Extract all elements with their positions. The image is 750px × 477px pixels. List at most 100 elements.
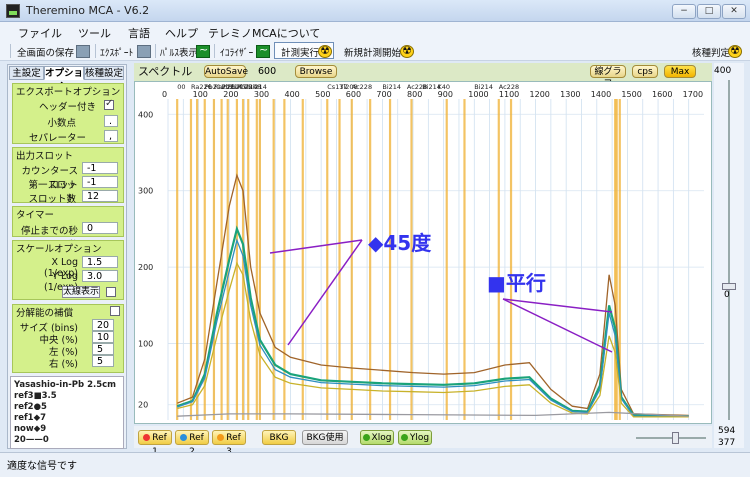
x-tick-label: 1400 bbox=[591, 90, 611, 99]
thick-line-checkbox[interactable] bbox=[106, 287, 116, 297]
scale-top-value: 400 bbox=[714, 66, 732, 76]
nuclide-label: Ac228 bbox=[352, 83, 372, 91]
center-field[interactable]: 10 bbox=[92, 331, 114, 343]
note-line: ref2●5 bbox=[14, 402, 47, 412]
bkg-button[interactable]: BKG bbox=[262, 430, 296, 445]
scale-slider-track[interactable] bbox=[728, 80, 730, 420]
maximize-button[interactable]: □ bbox=[697, 4, 721, 19]
xlog-button[interactable]: Xlog bbox=[360, 430, 394, 445]
bkg-use-button[interactable]: BKG使用 bbox=[302, 430, 348, 445]
browse-button[interactable]: Browse bbox=[295, 65, 337, 78]
nuclide-button[interactable]: 核種判定 bbox=[692, 45, 730, 59]
nuclide-label: Bi214 bbox=[248, 83, 267, 91]
scale-slider-handle[interactable] bbox=[722, 283, 736, 290]
y-tick-label: 300 bbox=[138, 187, 153, 196]
header-checkbox[interactable] bbox=[104, 98, 114, 110]
resolution-checkbox[interactable] bbox=[110, 306, 120, 316]
x-tick-label: 600 bbox=[346, 90, 361, 99]
note-line: 20——0 bbox=[14, 435, 49, 445]
x-tick-label: 0 bbox=[162, 90, 167, 99]
annotation-45deg: ◆45度 bbox=[368, 231, 432, 255]
max-button[interactable]: Max bbox=[664, 65, 696, 78]
toolbar-separator bbox=[214, 44, 215, 58]
ylog-field[interactable]: 3.0 bbox=[82, 270, 118, 282]
x-tick-label: 700 bbox=[376, 90, 391, 99]
zoom-slider-track[interactable] bbox=[636, 437, 706, 439]
group-title: 出力スロット bbox=[16, 151, 74, 162]
thick-line-button[interactable]: 太線表示 bbox=[62, 286, 100, 298]
radiation-icon[interactable] bbox=[400, 44, 414, 58]
x-tick-label: 1200 bbox=[530, 90, 550, 99]
pulse-icon[interactable] bbox=[196, 43, 210, 58]
ylog-button[interactable]: Ylog bbox=[398, 430, 432, 445]
zoom-slider-handle[interactable] bbox=[672, 432, 679, 444]
equalizer-button[interactable]: ｲｺﾗｲｻﾞｰ bbox=[220, 45, 253, 59]
stop-seconds-field[interactable]: 0 bbox=[82, 222, 118, 234]
camera-icon[interactable] bbox=[76, 45, 90, 58]
status-text: 適度な信号です bbox=[7, 461, 77, 472]
ref3-button[interactable]: Ref 3 bbox=[212, 430, 246, 457]
ref2-button[interactable]: Ref 2 bbox=[175, 430, 209, 457]
note-line: Yasashio-in-Pb 2.5cm bbox=[14, 380, 117, 390]
menu-language[interactable]: 言語 bbox=[128, 25, 150, 41]
nuclide-label: K40 bbox=[438, 83, 451, 91]
radiation-icon[interactable] bbox=[318, 44, 332, 58]
first-slot-field[interactable]: -1 bbox=[82, 176, 118, 188]
header-label: ヘッダー付き bbox=[38, 102, 96, 113]
tab-main-settings[interactable]: 主設定 bbox=[9, 66, 44, 80]
group-title: スケールオプション bbox=[16, 244, 102, 255]
menu-about[interactable]: テレミノMCAについて bbox=[208, 25, 320, 41]
equalizer-icon[interactable] bbox=[256, 43, 270, 58]
xlog-field[interactable]: 1.5 bbox=[82, 256, 118, 268]
scale-mid-value: 0 bbox=[724, 290, 730, 300]
nuclide-label: Bi214 bbox=[382, 83, 401, 91]
slot-count-label: スロット数 bbox=[28, 194, 76, 205]
ref1-button[interactable]: Ref 1 bbox=[138, 430, 172, 457]
toolbar-grip bbox=[10, 44, 11, 58]
radiation-icon[interactable] bbox=[728, 44, 742, 58]
minimize-button[interactable]: − bbox=[672, 4, 696, 19]
pulse-view-button[interactable]: ﾊﾟﾙｽ表示 bbox=[160, 45, 198, 59]
tab-nuclide-settings[interactable]: 核種設定 bbox=[84, 66, 124, 80]
x-tick-label: 1300 bbox=[560, 90, 580, 99]
new-run-button[interactable]: 新規計測開始 bbox=[344, 45, 401, 59]
left-field[interactable]: 5 bbox=[92, 343, 114, 355]
close-button[interactable]: ✕ bbox=[722, 4, 746, 19]
counter-slot-field[interactable]: -1 bbox=[82, 162, 118, 174]
annotation-parallel: ■平行 bbox=[487, 271, 546, 295]
xlog-label: Xlog bbox=[371, 433, 392, 443]
menu-tools[interactable]: ツール bbox=[78, 25, 111, 41]
annotation-line bbox=[502, 298, 613, 313]
x-tick-label: 500 bbox=[315, 90, 330, 99]
nuclide-label: Bi214 bbox=[474, 83, 493, 91]
decimal-label: 小数点 bbox=[47, 118, 76, 129]
menu-bar bbox=[0, 22, 750, 41]
y-tick-label: 20 bbox=[138, 401, 148, 410]
ref3-dot-icon bbox=[217, 434, 225, 441]
menu-file[interactable]: ファイル bbox=[18, 25, 62, 41]
export-icon[interactable] bbox=[137, 45, 151, 58]
separator-field[interactable]: , bbox=[104, 130, 118, 142]
tab-options[interactable]: オプション bbox=[44, 66, 84, 92]
x-tick-label: 400 bbox=[285, 90, 300, 99]
note-line: ref3■3.5 bbox=[14, 391, 57, 401]
autosave-button[interactable]: AutoSave bbox=[204, 65, 248, 78]
spectrum-chart[interactable]: 20 100 200 300 400 0 100 200 300 400 500 600 700 800 9… bbox=[134, 81, 712, 424]
slot-count-field[interactable]: 12 bbox=[82, 190, 118, 202]
export-button[interactable]: ｴｸｽﾎﾟｰﾄ bbox=[100, 45, 133, 59]
note-line: ref1◆7 bbox=[14, 413, 47, 423]
decimal-field[interactable]: . bbox=[104, 115, 118, 127]
note-line: now◆9 bbox=[14, 424, 47, 434]
window-title: Theremino MCA - V6.2 bbox=[26, 4, 150, 17]
ref1-dot-icon bbox=[143, 434, 151, 441]
cps-button[interactable]: cps bbox=[632, 65, 658, 78]
line-graph-button[interactable]: 線グラフ bbox=[590, 65, 626, 89]
autosave-value[interactable]: 600 bbox=[258, 66, 276, 77]
menu-help[interactable]: ヘルプ bbox=[165, 25, 198, 41]
x-tick-label: 100 bbox=[193, 90, 208, 99]
separator-label: セパレーター bbox=[28, 133, 86, 144]
save-screen-button[interactable]: 全画面の保存 bbox=[17, 45, 74, 59]
right-field[interactable]: 5 bbox=[92, 355, 114, 367]
size-field[interactable]: 20 bbox=[92, 319, 114, 331]
x-tick-label: 1500 bbox=[621, 90, 641, 99]
